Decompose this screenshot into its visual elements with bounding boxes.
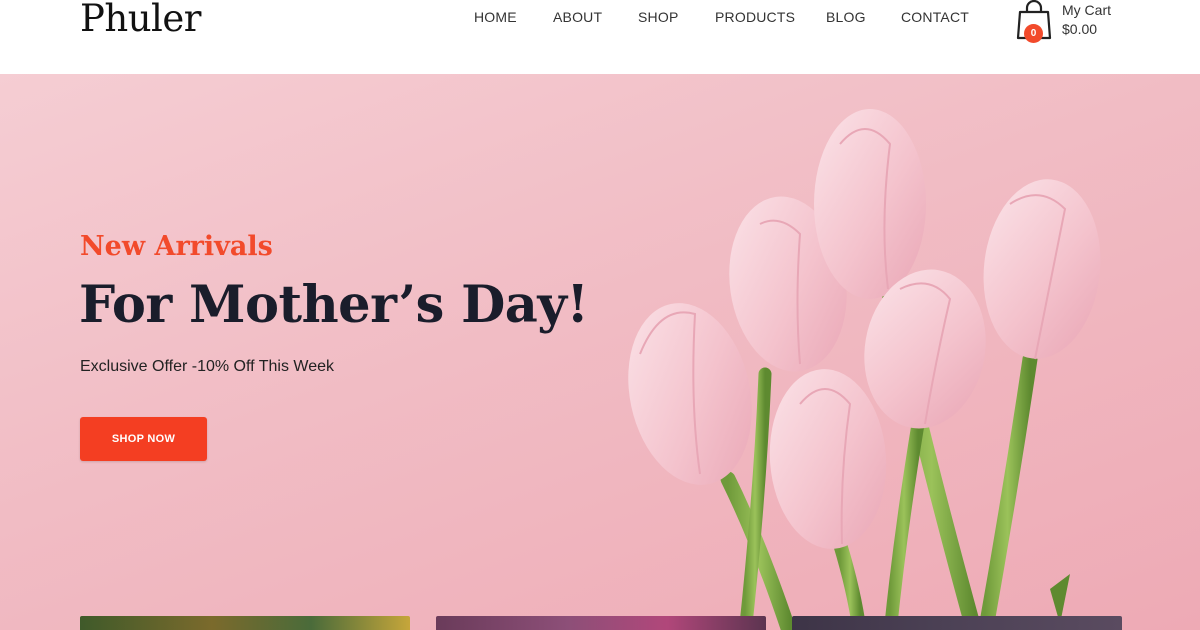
site-header: Phuler HOME ABOUT SHOP PRODUCTS BLOG CON… bbox=[0, 0, 1200, 74]
tulip-bouquet-image bbox=[628, 109, 1101, 630]
cart-label[interactable]: My Cart bbox=[1062, 2, 1111, 18]
cart-count-badge: 0 bbox=[1024, 24, 1043, 43]
category-card[interactable] bbox=[436, 616, 766, 630]
shop-now-button[interactable]: SHOP NOW bbox=[80, 417, 207, 461]
category-card[interactable] bbox=[80, 616, 410, 630]
nav-item-home[interactable]: HOME bbox=[474, 9, 517, 25]
hero-banner: New Arrivals For Mother’s Day! Exclusive… bbox=[0, 74, 1200, 630]
nav-item-blog[interactable]: BLOG bbox=[826, 9, 866, 25]
site-logo[interactable]: Phuler bbox=[80, 0, 201, 40]
nav-item-shop[interactable]: SHOP bbox=[638, 9, 678, 25]
nav-item-about[interactable]: ABOUT bbox=[553, 9, 602, 25]
nav-item-products[interactable]: PRODUCTS bbox=[715, 9, 795, 25]
hero-title: For Mother’s Day! bbox=[79, 275, 589, 335]
nav-item-contact[interactable]: CONTACT bbox=[901, 9, 969, 25]
category-card[interactable] bbox=[792, 616, 1122, 630]
hero-subtitle: New Arrivals bbox=[80, 231, 273, 262]
hero-offer-text: Exclusive Offer -10% Off This Week bbox=[80, 358, 335, 375]
cart-total: $0.00 bbox=[1062, 21, 1098, 37]
